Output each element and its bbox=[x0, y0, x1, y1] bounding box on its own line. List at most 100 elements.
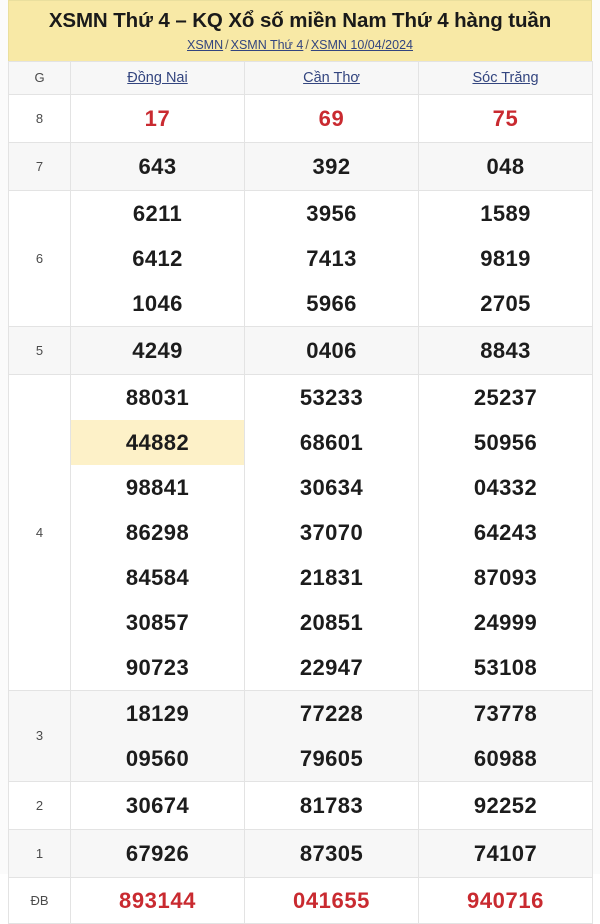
breadcrumb-separator: / bbox=[225, 37, 229, 52]
result-cell-soc-trang: 8843 bbox=[418, 325, 593, 375]
result-number: 24999 bbox=[473, 609, 538, 635]
result-cell-can-tho: 53233 68601 30634 37070 21831 20851 22947 bbox=[244, 373, 419, 691]
result-number: 79605 bbox=[299, 745, 364, 771]
result-cell-can-tho: 0406 bbox=[244, 325, 419, 375]
result-cell-can-tho: 3956 7413 5966 bbox=[244, 189, 419, 327]
result-number: 392 bbox=[312, 153, 351, 179]
table-head: G Đồng Nai Cần Thơ Sóc Trăng bbox=[8, 60, 593, 95]
result-cell-dong-nai: 893144 bbox=[70, 876, 245, 924]
result-cell-dong-nai: 30674 bbox=[70, 780, 245, 830]
result-number: 0406 bbox=[306, 337, 357, 363]
lottery-results-table: G Đồng Nai Cần Thơ Sóc Trăng 8 17 69 75 7 643… bbox=[8, 60, 593, 924]
result-number: 98841 bbox=[125, 474, 190, 500]
table-row: 2 30674 81783 92252 bbox=[8, 780, 593, 830]
result-cell-soc-trang: 1589 9819 2705 bbox=[418, 189, 593, 327]
result-number: 81783 bbox=[299, 792, 364, 818]
result-number: 90723 bbox=[125, 654, 190, 680]
table-row: 3 18129 09560 77228 79605 73778 60988 bbox=[8, 689, 593, 782]
result-number: 68601 bbox=[299, 429, 364, 455]
result-number: 30634 bbox=[299, 474, 364, 500]
result-number: 5966 bbox=[306, 290, 357, 316]
result-cell-dong-nai: 6211 6412 1046 bbox=[70, 189, 245, 327]
result-cell-can-tho: 87305 bbox=[244, 828, 419, 878]
result-number: 17 bbox=[144, 105, 171, 131]
result-number: 44882 bbox=[71, 419, 244, 465]
result-number: 75 bbox=[492, 105, 519, 131]
result-number: 893144 bbox=[118, 887, 196, 913]
result-number: 88031 bbox=[125, 384, 190, 410]
result-cell-soc-trang: 75 bbox=[418, 93, 593, 143]
table-header-row: G Đồng Nai Cần Thơ Sóc Trăng bbox=[8, 60, 593, 95]
result-number: 25237 bbox=[473, 384, 538, 410]
result-number: 6211 bbox=[132, 200, 183, 226]
province-link-can-tho[interactable]: Cần Thơ bbox=[303, 70, 360, 86]
result-number: 1046 bbox=[132, 290, 183, 316]
table-row: 8 17 69 75 bbox=[8, 93, 593, 143]
result-cell-soc-trang: 940716 bbox=[418, 876, 593, 924]
result-number: 20851 bbox=[299, 609, 364, 635]
result-number: 1589 bbox=[480, 200, 531, 226]
breadcrumb-item-xsmn-thu-4[interactable]: XSMN Thứ 4 bbox=[231, 38, 304, 52]
result-cell-soc-trang: 73778 60988 bbox=[418, 689, 593, 782]
result-number: 84584 bbox=[125, 564, 190, 590]
prize-label: 4 bbox=[8, 373, 71, 691]
result-number: 09560 bbox=[125, 745, 190, 771]
result-cell-can-tho: 69 bbox=[244, 93, 419, 143]
result-cell-soc-trang: 92252 bbox=[418, 780, 593, 830]
result-number: 77228 bbox=[299, 700, 364, 726]
result-cell-soc-trang: 74107 bbox=[418, 828, 593, 878]
province-link-soc-trang[interactable]: Sóc Trăng bbox=[472, 70, 538, 86]
table-row: 7 643 392 048 bbox=[8, 141, 593, 191]
result-number: 64243 bbox=[473, 519, 538, 545]
result-cell-dong-nai: 17 bbox=[70, 93, 245, 143]
table-row: 1 67926 87305 74107 bbox=[8, 828, 593, 878]
result-number: 8843 bbox=[480, 337, 531, 363]
result-cell-dong-nai: 67926 bbox=[70, 828, 245, 878]
breadcrumb-separator: / bbox=[305, 37, 309, 52]
prize-label: 5 bbox=[8, 325, 71, 375]
column-header-prize: G bbox=[8, 60, 71, 95]
result-number: 7413 bbox=[306, 245, 357, 271]
result-cell-can-tho: 81783 bbox=[244, 780, 419, 830]
province-link-dong-nai[interactable]: Đồng Nai bbox=[127, 70, 187, 86]
table-body: 8 17 69 75 7 643 392 048 6 6211 6412 1046 3956 7413 59… bbox=[8, 93, 593, 924]
result-number: 18129 bbox=[125, 700, 190, 726]
lottery-result-page: XSMN Thứ 4 – KQ Xổ số miền Nam Thứ 4 hàn… bbox=[0, 0, 600, 924]
breadcrumb: XSMN / XSMN Thứ 4/XSMN 10/04/2024 bbox=[15, 37, 585, 53]
result-number: 53233 bbox=[299, 384, 364, 410]
prize-label: 3 bbox=[8, 689, 71, 782]
page-header: XSMN Thứ 4 – KQ Xổ số miền Nam Thứ 4 hàn… bbox=[8, 0, 592, 61]
column-header-soc-trang: Sóc Trăng bbox=[418, 60, 593, 95]
table-row: 5 4249 0406 8843 bbox=[8, 325, 593, 375]
result-cell-can-tho: 77228 79605 bbox=[244, 689, 419, 782]
result-number: 643 bbox=[138, 153, 177, 179]
result-number: 50956 bbox=[473, 429, 538, 455]
result-number: 87305 bbox=[299, 840, 364, 866]
column-header-can-tho: Cần Thơ bbox=[244, 60, 419, 95]
result-number: 73778 bbox=[473, 700, 538, 726]
table-row: 6 6211 6412 1046 3956 7413 5966 1589 9819 2705 bbox=[8, 189, 593, 327]
breadcrumb-item-xsmn-date[interactable]: XSMN 10/04/2024 bbox=[311, 38, 413, 52]
result-cell-dong-nai: 18129 09560 bbox=[70, 689, 245, 782]
result-number: 4249 bbox=[132, 337, 183, 363]
result-cell-can-tho: 392 bbox=[244, 141, 419, 191]
result-number: 041655 bbox=[292, 887, 370, 913]
result-cell-dong-nai: 88031 44882 98841 86298 84584 30857 90723 bbox=[70, 373, 245, 691]
column-header-dong-nai: Đồng Nai bbox=[70, 60, 245, 95]
result-cell-soc-trang: 048 bbox=[418, 141, 593, 191]
result-cell-dong-nai: 4249 bbox=[70, 325, 245, 375]
result-number: 69 bbox=[318, 105, 345, 131]
result-number: 74107 bbox=[473, 840, 538, 866]
prize-label: 6 bbox=[8, 189, 71, 327]
result-cell-dong-nai: 643 bbox=[70, 141, 245, 191]
result-cell-soc-trang: 25237 50956 04332 64243 87093 24999 53108 bbox=[418, 373, 593, 691]
result-number: 30674 bbox=[125, 792, 190, 818]
result-number: 30857 bbox=[125, 609, 190, 635]
result-number: 87093 bbox=[473, 564, 538, 590]
breadcrumb-item-xsmn[interactable]: XSMN bbox=[187, 38, 223, 52]
result-cell-can-tho: 041655 bbox=[244, 876, 419, 924]
prize-label: 1 bbox=[8, 828, 71, 878]
result-number: 6412 bbox=[132, 245, 183, 271]
result-number: 92252 bbox=[473, 792, 538, 818]
result-number: 21831 bbox=[299, 564, 364, 590]
